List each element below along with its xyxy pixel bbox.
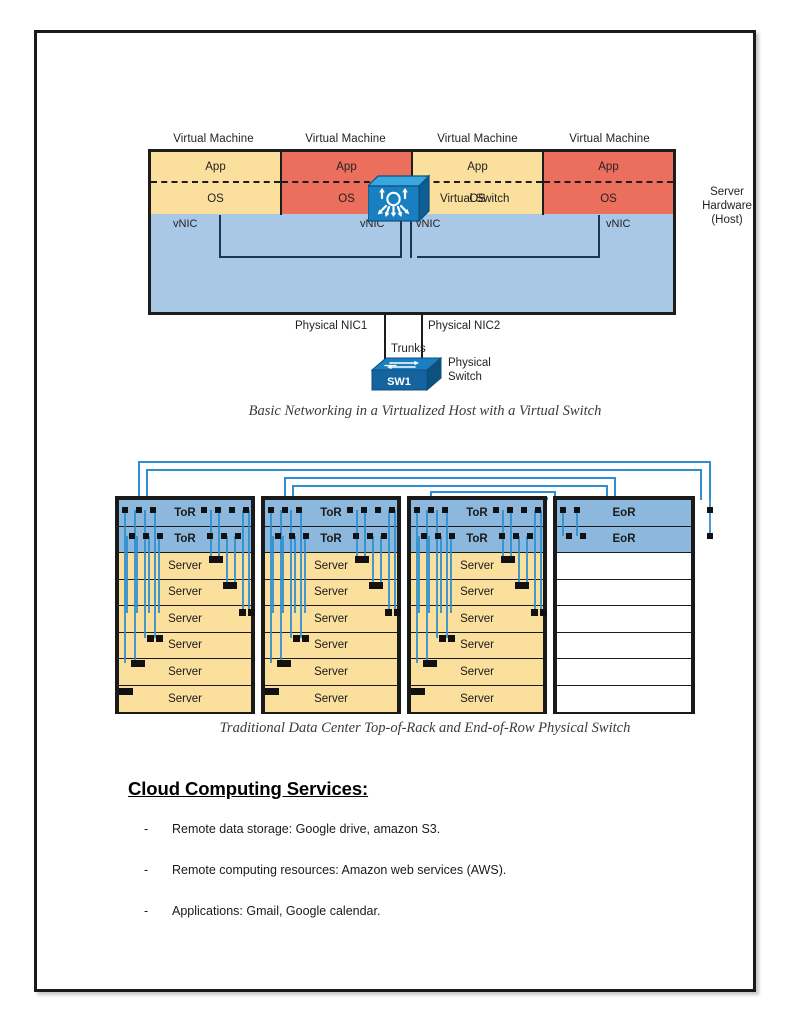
- vm-label-2: Virtual Machine: [305, 133, 386, 145]
- trunks-label: Trunks: [391, 343, 426, 355]
- figure-1-caption: Basic Networking in a Virtualized Host w…: [248, 403, 602, 419]
- host-label-line-1: Server: [710, 186, 744, 198]
- vm-column-4: App OS: [544, 152, 673, 215]
- vnic-drop-1: [219, 236, 221, 258]
- bullet-marker-3: -: [144, 904, 149, 918]
- physical-switch-name: SW1: [387, 376, 411, 388]
- vm-os-4: OS: [544, 183, 673, 214]
- bullet-text-3: Applications: Gmail, Google calendar.: [172, 904, 381, 918]
- vm-label-3: Virtual Machine: [437, 133, 518, 145]
- host-label-line-2: Hardware: [702, 200, 752, 212]
- vnic-bus-right: [417, 256, 600, 258]
- physical-nic2-label: Physical NIC2: [428, 320, 501, 332]
- figure-virtual-switch: Virtual Machine Virtual Machine Virtual …: [115, 98, 752, 428]
- list-item: - Remote data storage: Google drive, ama…: [92, 822, 702, 837]
- vnic-bus-left: [219, 256, 402, 258]
- physical-switch-label: Physical Switch: [448, 356, 491, 384]
- host-label-line-3: (Host): [711, 214, 743, 226]
- list-item: - Remote computing resources: Amazon web…: [92, 863, 702, 878]
- vnic-divider-4: [598, 215, 600, 236]
- bullet-marker-2: -: [144, 863, 149, 877]
- figure-2-caption: Traditional Data Center Top-of-Rack and …: [219, 720, 631, 736]
- bullet-marker-1: -: [144, 822, 149, 836]
- figure-datacenter: ToR ToR Server Server Server Server Serv…: [115, 448, 735, 748]
- physical-switch-icon: SW1: [370, 356, 443, 396]
- vm-column-1: App OS: [151, 152, 282, 215]
- physical-switch-label-line-1: Physical: [448, 357, 491, 369]
- vm-app-4: App: [544, 152, 673, 183]
- vm-label-1: Virtual Machine: [173, 133, 254, 145]
- vnic-drop-2: [400, 236, 402, 258]
- physical-nic1-label: Physical NIC1: [295, 320, 368, 332]
- bullet-text-1: Remote data storage: Google drive, amazo…: [172, 822, 441, 836]
- virtual-switch-icon: [366, 174, 431, 224]
- vm-app-1: App: [151, 152, 280, 183]
- server-hardware-label: Server Hardware (Host): [685, 185, 769, 227]
- cloud-computing-section: Cloud Computing Services: - Remote data …: [92, 778, 702, 945]
- bullet-text-2: Remote computing resources: Amazon web s…: [172, 863, 507, 877]
- page-frame: Virtual Machine Virtual Machine Virtual …: [34, 30, 756, 992]
- vnic-divider-1: [219, 215, 221, 236]
- vm-os-1: OS: [151, 183, 280, 214]
- vm-column-3: App OS: [413, 152, 544, 215]
- vnic-label-4: vNIC: [606, 218, 631, 230]
- rack-internal-cabling: [119, 500, 713, 695]
- vnic-drop-4: [598, 236, 600, 258]
- list-item: - Applications: Gmail, Google calendar.: [92, 904, 702, 919]
- vm-label-4: Virtual Machine: [569, 133, 650, 145]
- virtual-switch-label: Virtual Switch: [440, 193, 510, 205]
- vm-app-3: App: [413, 152, 542, 183]
- cloud-computing-heading: Cloud Computing Services:: [128, 778, 369, 799]
- physical-switch-label-line-2: Switch: [448, 371, 482, 383]
- hardware-zone: vNIC vNIC vNIC vNIC: [151, 215, 673, 312]
- vnic-label-1: vNIC: [173, 218, 198, 230]
